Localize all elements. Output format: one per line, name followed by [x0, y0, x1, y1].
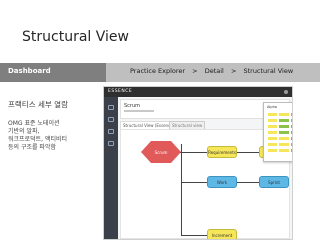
- legend-row[interactable]: [268, 113, 292, 116]
- legend-row[interactable]: [268, 137, 292, 140]
- description-line: 기반의 알파,: [8, 128, 40, 135]
- description-line: 워크프로덕트, 액티비티: [8, 136, 68, 143]
- breadcrumb-practice-explorer[interactable]: Practice Explorer: [130, 67, 185, 75]
- node-sprint[interactable]: Sprint: [259, 176, 289, 188]
- home-icon[interactable]: [108, 105, 114, 110]
- section-label: Dashboard: [8, 67, 51, 75]
- legend-row[interactable]: [268, 125, 292, 128]
- legend-row[interactable]: [268, 149, 292, 152]
- breadcrumb-separator: >: [192, 67, 198, 75]
- app-main: Scrum Structural View (Essence) Structur…: [118, 97, 292, 239]
- connector: [179, 152, 207, 153]
- connector: [181, 144, 182, 236]
- breadcrumb-detail[interactable]: Detail: [205, 67, 224, 75]
- description: 프랙티스 세부 열람 OMG 표준 노테이션 기반의 알파, 워크프로덕트, 액…: [8, 99, 68, 152]
- practice-subtitle: [124, 110, 154, 112]
- app-brand: ESSENCE: [108, 89, 133, 94]
- breadcrumb-separator: >: [230, 67, 237, 75]
- description-body: OMG 표준 노테이션 기반의 알파, 워크프로덕트, 액티비티 등의 구조를 …: [8, 120, 68, 152]
- alpha-legend-popup: Alpha: [263, 102, 292, 162]
- user-avatar[interactable]: [284, 90, 288, 94]
- node-requirements[interactable]: Requirements: [207, 146, 237, 158]
- alpha-node-center[interactable]: Scrum: [141, 141, 181, 163]
- explorer-icon[interactable]: [108, 117, 114, 122]
- description-line: 등의 구조를 파악함: [8, 144, 56, 151]
- connector: [237, 152, 259, 153]
- breadcrumb-structural-view[interactable]: Structural View: [243, 67, 293, 75]
- description-line: OMG 표준 노테이션: [8, 120, 60, 127]
- app-topbar: ESSENCE: [104, 87, 292, 97]
- breadcrumb-bar: Dashboard Practice Explorer > Detail > S…: [0, 63, 320, 82]
- legend-row[interactable]: [268, 119, 292, 122]
- node-work[interactable]: Work: [207, 176, 237, 188]
- practice-title: Scrum: [124, 103, 141, 109]
- popup-title: Alpha: [267, 105, 277, 109]
- legend-row[interactable]: [268, 131, 292, 134]
- app-screenshot: ESSENCE Scrum Structural View (Essence) …: [103, 86, 293, 240]
- connector: [237, 182, 259, 183]
- slide-title: Structural View: [22, 29, 129, 45]
- settings-icon[interactable]: [108, 141, 114, 146]
- legend-row[interactable]: [268, 143, 292, 146]
- connector: [181, 235, 207, 236]
- practice-icon[interactable]: [108, 129, 114, 134]
- node-increment[interactable]: Increment: [207, 229, 237, 239]
- app-sidebar: [104, 97, 118, 239]
- description-heading: 프랙티스 세부 열람: [8, 100, 68, 109]
- breadcrumb: Practice Explorer > Detail > Structural …: [130, 67, 293, 75]
- section-tab[interactable]: Dashboard: [0, 63, 106, 82]
- connector: [181, 182, 207, 183]
